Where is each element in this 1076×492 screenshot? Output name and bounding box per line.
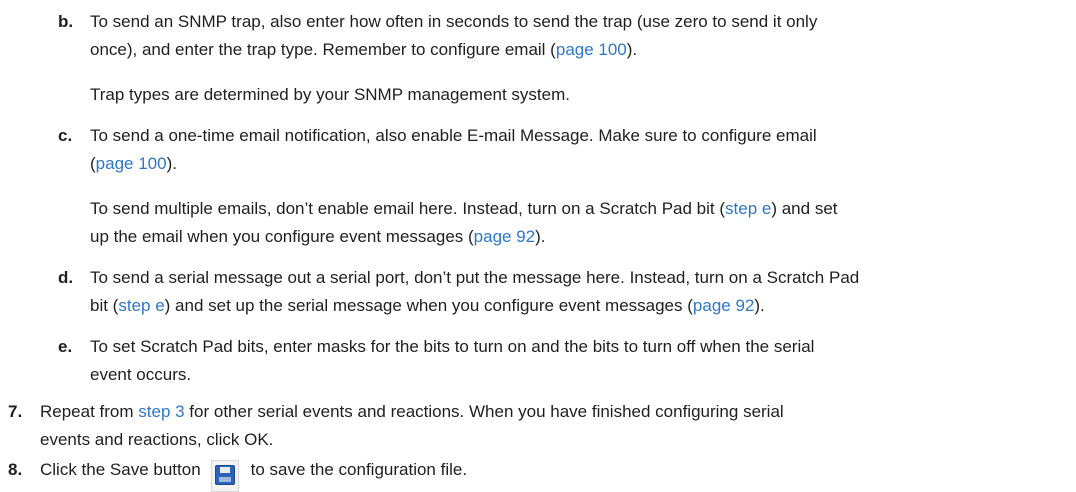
item-label: d. [58, 268, 74, 287]
note-paragraph: Trap types are determined by your SNMP m… [90, 85, 570, 104]
page-link[interactable]: page 92 [474, 227, 535, 246]
item-label: c. [58, 126, 73, 145]
list-item-c: c. To send a one-time email notification… [58, 122, 1058, 178]
list-item-e: e. To set Scratch Pad bits, enter masks … [58, 333, 1058, 389]
step-link[interactable]: step 3 [138, 402, 184, 421]
step-link[interactable]: step e [725, 199, 771, 218]
item-text: To set Scratch Pad bits, enter masks for… [90, 337, 815, 384]
cut-off-previous-line [0, 0, 360, 2]
page-link[interactable]: page 100 [96, 154, 167, 173]
step-text: Repeat from step 3 for other serial even… [40, 402, 784, 449]
item-text: To send an SNMP trap, also enter how oft… [90, 12, 818, 59]
page-link[interactable]: page 100 [556, 40, 627, 59]
step-text: Click the Save button to save the configu… [40, 456, 1058, 492]
step-8: 8. Click the Save button to save the conf… [8, 456, 1058, 492]
item-text: To send a one-time email notification, a… [90, 126, 817, 173]
page-link[interactable]: page 92 [693, 296, 754, 315]
list-item-d: d. To send a serial message out a serial… [58, 264, 1058, 320]
save-button-image [210, 460, 239, 492]
item-label: b. [58, 12, 74, 31]
item-label: e. [58, 337, 73, 356]
step-number: 8. [8, 460, 23, 479]
save-icon [214, 465, 235, 485]
note-paragraph: To send multiple emails, don’t enable em… [90, 199, 838, 246]
item-text: To send a serial message out a serial po… [90, 268, 860, 315]
step-link[interactable]: step e [118, 296, 164, 315]
list-item-b: b. To send an SNMP trap, also enter how … [58, 8, 1058, 64]
step-7: 7. Repeat from step 3 for other serial e… [8, 398, 1058, 454]
step-number: 7. [8, 402, 23, 421]
